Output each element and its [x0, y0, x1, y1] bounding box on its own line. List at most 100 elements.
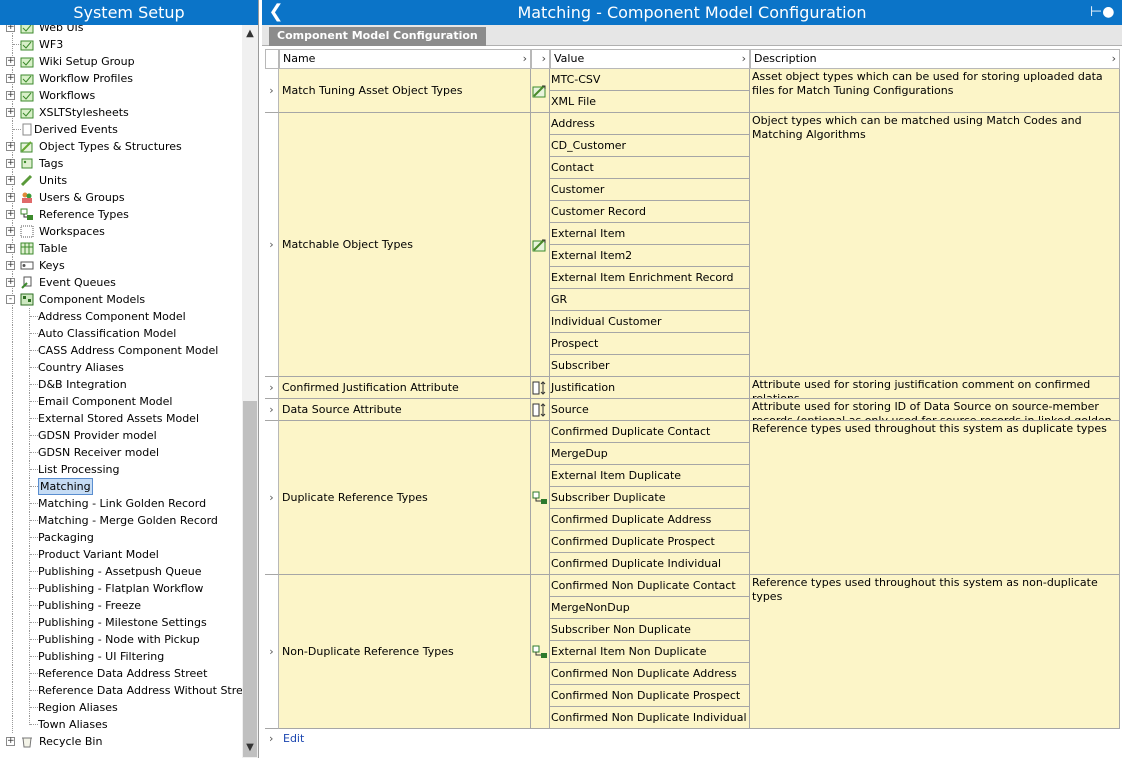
expand-icon[interactable]: + — [6, 57, 15, 66]
row-expand-chevron-icon[interactable]: › — [265, 69, 279, 113]
row-expand-chevron-icon[interactable]: › — [265, 421, 279, 575]
tree-item-reference-data-address-street[interactable]: Reference Data Address Street — [0, 665, 242, 682]
tree-item-web-uis[interactable]: + Web UIs — [0, 25, 242, 36]
tree-scrollbar[interactable]: ▲ ▼ — [242, 25, 258, 758]
tree-item-wf3[interactable]: WF3 — [0, 36, 242, 53]
tree-item-publishing-ui-filtering[interactable]: Publishing - UI Filtering — [0, 648, 242, 665]
tree-item-reference-data-address-without-street[interactable]: Reference Data Address Without Street — [0, 682, 242, 699]
config-value-item[interactable]: MergeNonDup — [550, 597, 750, 619]
config-value-item[interactable]: Justification — [550, 377, 750, 399]
config-value-item[interactable]: Confirmed Duplicate Prospect — [550, 531, 750, 553]
tree-item-reference-types[interactable]: + Reference Types — [0, 206, 242, 223]
config-value-item[interactable]: Individual Customer — [550, 311, 750, 333]
expand-icon[interactable]: + — [6, 737, 15, 746]
config-value-item[interactable]: External Item — [550, 223, 750, 245]
edit-link[interactable]: Edit — [283, 730, 304, 747]
header-expand-column[interactable] — [265, 49, 279, 69]
tree-item-product-variant-model[interactable]: Product Variant Model — [0, 546, 242, 563]
tab-component-model-configuration[interactable]: Component Model Configuration — [269, 27, 486, 46]
tree-item-d-b-integration[interactable]: D&B Integration — [0, 376, 242, 393]
tree-item-region-aliases[interactable]: Region Aliases — [0, 699, 242, 716]
tree-item-publishing-milestone-settings[interactable]: Publishing - Milestone Settings — [0, 614, 242, 631]
row-expand-chevron-icon[interactable]: › — [265, 399, 279, 421]
row-expand-chevron-icon[interactable]: › — [265, 575, 279, 729]
tree-item-units[interactable]: + Units — [0, 172, 242, 189]
column-header-name[interactable]: Name › — [279, 49, 531, 69]
tree-item-workflow-profiles[interactable]: + Workflow Profiles — [0, 70, 242, 87]
expand-icon[interactable]: + — [6, 176, 15, 185]
row-expand-chevron-icon[interactable]: › — [265, 113, 279, 377]
tree-item-workflows[interactable]: + Workflows — [0, 87, 242, 104]
expand-icon[interactable]: + — [6, 278, 15, 287]
tree-item-workspaces[interactable]: + Workspaces — [0, 223, 242, 240]
tree-item-matching[interactable]: Matching — [0, 478, 242, 495]
config-row-duplicate-reference-types-name[interactable]: Duplicate Reference Types — [279, 421, 531, 575]
expand-icon[interactable]: + — [6, 210, 15, 219]
header-icon-column[interactable]: › — [531, 49, 550, 69]
config-row-match-tuning-asset-object-types-name[interactable]: Match Tuning Asset Object Types — [279, 69, 531, 113]
expand-icon[interactable]: + — [6, 159, 15, 168]
tree-item-table[interactable]: + Table — [0, 240, 242, 257]
config-value-item[interactable]: Confirmed Duplicate Contact — [550, 421, 750, 443]
config-value-item[interactable]: XML File — [550, 91, 750, 113]
expand-icon[interactable]: + — [6, 25, 15, 32]
chevron-right-icon[interactable]: › — [1112, 50, 1116, 68]
config-value-item[interactable]: Subscriber — [550, 355, 750, 377]
expand-icon[interactable]: + — [6, 91, 15, 100]
column-header-description[interactable]: Description › — [750, 49, 1120, 69]
config-value-item[interactable]: External Item Enrichment Record — [550, 267, 750, 289]
tree-item-component-models[interactable]: - Component Models — [0, 291, 242, 308]
scrollbar-thumb[interactable] — [243, 401, 257, 757]
tree-item-event-queues[interactable]: + Event Queues — [0, 274, 242, 291]
column-header-value[interactable]: Value › — [550, 49, 750, 69]
config-value-item[interactable]: Confirmed Non Duplicate Contact — [550, 575, 750, 597]
config-row-non-duplicate-reference-types-name[interactable]: Non-Duplicate Reference Types — [279, 575, 531, 729]
tree-item-list-processing[interactable]: List Processing — [0, 461, 242, 478]
config-value-item[interactable]: Source — [550, 399, 750, 421]
config-row-matchable-object-types-name[interactable]: Matchable Object Types — [279, 113, 531, 377]
tree-item-keys[interactable]: + Keys — [0, 257, 242, 274]
expand-icon[interactable]: + — [6, 227, 15, 236]
expand-icon[interactable]: + — [6, 108, 15, 117]
tree-item-email-component-model[interactable]: Email Component Model — [0, 393, 242, 410]
tree-item-matching-merge-golden-record[interactable]: Matching - Merge Golden Record — [0, 512, 242, 529]
config-value-item[interactable]: External Item Duplicate — [550, 465, 750, 487]
collapse-icon[interactable]: - — [6, 295, 15, 304]
tree-item-cass-address-component-model[interactable]: CASS Address Component Model — [0, 342, 242, 359]
tree-item-external-stored-assets-model[interactable]: External Stored Assets Model — [0, 410, 242, 427]
tree-item-publishing-node-with-pickup[interactable]: Publishing - Node with Pickup — [0, 631, 242, 648]
config-value-item[interactable]: Address — [550, 113, 750, 135]
tree-item-country-aliases[interactable]: Country Aliases — [0, 359, 242, 376]
tree-item-auto-classification-model[interactable]: Auto Classification Model — [0, 325, 242, 342]
expand-icon[interactable]: + — [6, 74, 15, 83]
config-value-item[interactable]: Subscriber Non Duplicate — [550, 619, 750, 641]
config-value-item[interactable]: Confirmed Non Duplicate Prospect — [550, 685, 750, 707]
config-value-item[interactable]: Confirmed Non Duplicate Individual — [550, 707, 750, 729]
tree-item-users-groups[interactable]: + Users & Groups — [0, 189, 242, 206]
tree-item-town-aliases[interactable]: Town Aliases — [0, 716, 242, 733]
config-value-item[interactable]: Customer Record — [550, 201, 750, 223]
config-value-item[interactable]: Confirmed Non Duplicate Address — [550, 663, 750, 685]
tree-item-wiki-setup-group[interactable]: + Wiki Setup Group — [0, 53, 242, 70]
expand-icon[interactable]: + — [6, 261, 15, 270]
config-value-item[interactable]: MTC-CSV — [550, 69, 750, 91]
tree-item-xsltstylesheets[interactable]: + XSLTStylesheets — [0, 104, 242, 121]
config-value-item[interactable]: CD_Customer — [550, 135, 750, 157]
tree-item-derived-events[interactable]: Derived Events — [0, 121, 242, 138]
config-value-item[interactable]: Prospect — [550, 333, 750, 355]
tree-item-publishing-assetpush-queue[interactable]: Publishing - Assetpush Queue — [0, 563, 242, 580]
config-value-item[interactable]: External Item Non Duplicate — [550, 641, 750, 663]
config-value-item[interactable]: Confirmed Duplicate Address — [550, 509, 750, 531]
chevron-right-icon[interactable]: › — [523, 50, 527, 68]
tree-item-tags[interactable]: + Tags — [0, 155, 242, 172]
tree-item-address-component-model[interactable]: Address Component Model — [0, 308, 242, 325]
config-value-item[interactable]: Confirmed Duplicate Individual — [550, 553, 750, 575]
row-expand-chevron-icon[interactable]: › — [265, 377, 279, 399]
tree-item-matching-link-golden-record[interactable]: Matching - Link Golden Record — [0, 495, 242, 512]
tree-item-gdsn-provider-model[interactable]: GDSN Provider model — [0, 427, 242, 444]
expand-icon[interactable]: + — [6, 244, 15, 253]
tree-item-object-types-structures[interactable]: + Object Types & Structures — [0, 138, 242, 155]
config-value-item[interactable]: External Item2 — [550, 245, 750, 267]
expand-icon[interactable]: + — [6, 193, 15, 202]
config-value-item[interactable]: Customer — [550, 179, 750, 201]
